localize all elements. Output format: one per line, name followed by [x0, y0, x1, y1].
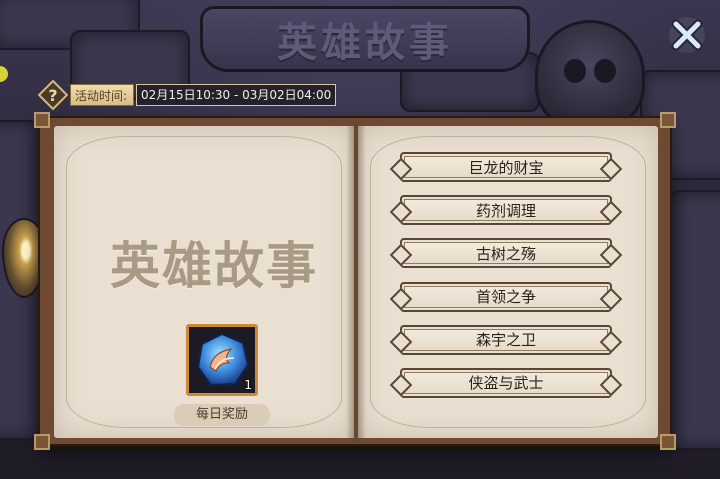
book-title: 英雄故事 [110, 236, 318, 295]
story-list: 巨龙的财宝 药剂调理 古树之殇 首领之争 森宇之卫 侠盗与武士 [400, 152, 612, 411]
background-skull [535, 20, 645, 130]
event-time-bar: 活动时间: 02月15日10:30 - 03月02日04:00 [70, 84, 337, 106]
book-corner [660, 434, 676, 450]
close-x-icon [669, 17, 705, 53]
background-stone [670, 190, 720, 450]
background-banner: 英雄故事 [200, 6, 530, 72]
close-button[interactable] [664, 12, 710, 58]
daily-reward-item[interactable]: 1 [186, 324, 258, 396]
book-corner [660, 112, 676, 128]
daily-reward-label: 每日奖励 [174, 404, 270, 426]
story-button-leader-dispute[interactable]: 首领之争 [400, 281, 612, 312]
question-mark-icon: ? [37, 79, 69, 111]
book-corner [34, 434, 50, 450]
book-corner [34, 112, 50, 128]
blue-wing-gem-icon [196, 332, 250, 387]
event-time-label: 活动时间: [70, 84, 135, 106]
event-time-value: 02月15日10:30 - 03月02日04:00 [136, 84, 337, 106]
svg-text:?: ? [48, 86, 57, 105]
story-button-potion[interactable]: 药剂调理 [400, 195, 612, 226]
story-button-dragon-treasure[interactable]: 巨龙的财宝 [400, 152, 612, 182]
help-button[interactable]: ? [37, 79, 69, 111]
book-left-page: 英雄故事 1 每日奖励 [54, 126, 354, 438]
story-button-rogue-samurai[interactable]: 侠盗与武士 [400, 367, 612, 398]
story-button-ancient-tree[interactable]: 古树之殇 [400, 238, 612, 269]
story-book: 英雄故事 1 每日奖励 巨龙的财宝 药剂调理 古树之殇 首领之争 森宇之卫 侠盗… [34, 112, 676, 450]
reward-count: 1 [244, 378, 252, 392]
story-button-forest-guard[interactable]: 森宇之卫 [400, 324, 612, 355]
